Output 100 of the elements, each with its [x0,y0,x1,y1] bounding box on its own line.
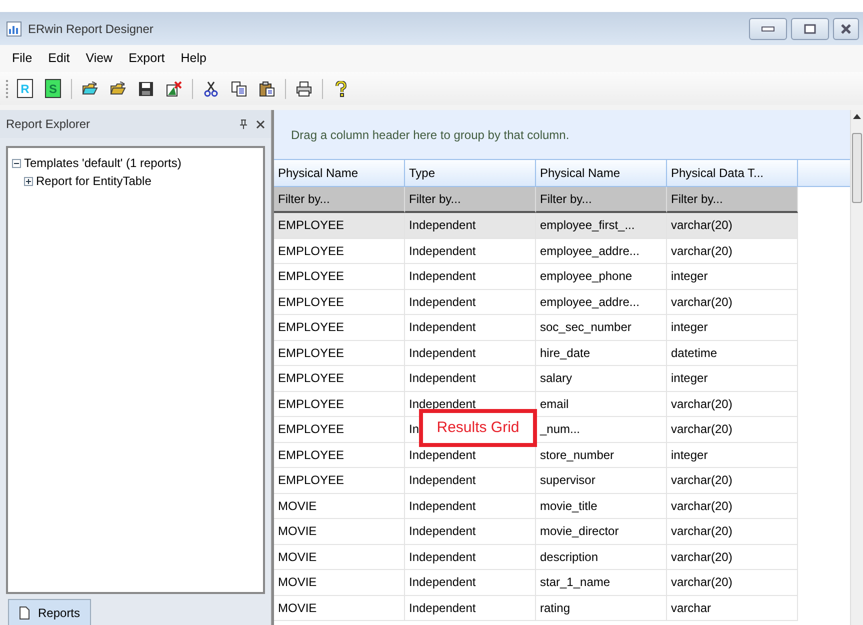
table-cell: varchar(20) [667,238,798,264]
minimize-icon [761,26,775,32]
table-cell: Independent [405,570,536,596]
open-folder-icon [82,80,98,96]
table-cell: varchar(20) [667,494,798,519]
table-cell: MOVIE [274,570,405,596]
expand-icon[interactable] [24,176,33,186]
menu-item[interactable]: View [78,47,121,70]
table-cell: varchar(20) [667,417,798,442]
table-cell: MOVIE [274,544,405,570]
menu-item[interactable]: Help [172,47,214,70]
table-cell: store_number [536,442,667,468]
table-cell: Independent [405,340,536,366]
table-cell: Independent [405,213,536,238]
table-cell: email [536,392,667,417]
table-cell: datetime [667,340,798,366]
table-cell: MOVIE [274,494,405,519]
filter-cell[interactable]: Filter by... [667,187,798,213]
table-cell: EMPLOYEE [274,468,405,494]
table-cell: description [536,544,667,570]
table-cell: employee_addre... [536,238,667,264]
table-cell: EMPLOYEE [274,442,405,468]
menu-item[interactable]: File [4,47,40,70]
table-cell: salary [536,366,667,392]
paste-icon [259,80,275,96]
table-cell: varchar(20) [667,544,798,570]
toolbar-grip-icon [6,78,9,98]
filter-cell[interactable]: Filter by... [536,187,667,213]
scroll-up-icon[interactable] [853,114,861,119]
table-cell: MOVIE [274,596,405,621]
column-header[interactable]: Physical Data T... [667,160,798,187]
table-cell: Independent [405,315,536,340]
minimize-button[interactable] [749,18,787,40]
delete-icon [166,80,182,96]
table-cell: integer [667,264,798,290]
table-cell: rating [536,596,667,621]
table-cell: integer [667,442,798,468]
table-cell: employee_first_... [536,213,667,238]
table-cell: movie_director [536,519,667,544]
table-cell: varchar [667,596,798,621]
report-icon: S [45,79,61,98]
table-cell: varchar(20) [667,570,798,596]
annotation-label: Results Grid [419,409,537,447]
table-cell: EMPLOYEE [274,392,405,417]
copy-icon [231,80,247,96]
menu-item[interactable]: Edit [40,47,78,70]
close-icon[interactable] [256,120,265,128]
table-cell: Independent [405,468,536,494]
table-cell: varchar(20) [667,519,798,544]
panel-tab[interactable]: Reports [8,599,92,625]
table-cell: star_1_name [536,570,667,596]
table-cell: varchar(20) [667,213,798,238]
table-cell: MOVIE [274,519,405,544]
page-icon [19,606,30,620]
app-icon [6,20,22,36]
tree-item[interactable]: Templates 'default' (1 reports) [24,154,182,172]
table-cell: employee_addre... [536,290,667,315]
table-cell: Independent [405,544,536,570]
save-icon [138,80,154,96]
table-cell: varchar(20) [667,392,798,417]
cut-icon [203,80,219,96]
table-cell: Independent [405,494,536,519]
table-cell: EMPLOYEE [274,417,405,442]
column-header[interactable]: Type [405,160,536,187]
table-cell: soc_sec_number [536,315,667,340]
table-cell: Independent [405,238,536,264]
maximize-button[interactable] [791,18,829,40]
collapse-icon[interactable] [12,158,21,168]
table-cell: varchar(20) [667,468,798,494]
help-icon [333,80,349,96]
table-cell: Independent [405,366,536,392]
table-cell: Independent [405,290,536,315]
close-button[interactable] [833,18,859,40]
table-cell: integer [667,315,798,340]
scrollbar[interactable] [850,110,863,625]
column-header[interactable]: Physical Name [274,160,405,187]
scroll-thumb[interactable] [852,133,862,203]
close-icon [840,24,852,34]
group-by-hint: Drag a column header here to group by that column. [274,110,850,160]
table-cell: movie_title [536,494,667,519]
table-cell: EMPLOYEE [274,290,405,315]
print-icon [296,80,312,96]
tree-item[interactable]: Report for EntityTable [36,172,152,190]
table-cell: integer [667,366,798,392]
pin-icon[interactable] [239,118,248,130]
table-cell: EMPLOYEE [274,264,405,290]
table-cell: EMPLOYEE [274,315,405,340]
table-cell: supervisor [536,468,667,494]
report-icon: R [17,79,33,98]
filter-cell[interactable]: Filter by... [274,187,405,213]
menu-item[interactable]: Export [120,47,173,70]
filter-cell[interactable]: Filter by... [405,187,536,213]
table-cell: Independent [405,596,536,621]
column-header[interactable]: Physical Name [536,160,667,187]
table-cell: employee_phone [536,264,667,290]
table-cell: hire_date [536,340,667,366]
table-cell: Independent [405,519,536,544]
table-cell: Independent [405,264,536,290]
table-cell: EMPLOYEE [274,213,405,238]
table-cell: varchar(20) [667,290,798,315]
